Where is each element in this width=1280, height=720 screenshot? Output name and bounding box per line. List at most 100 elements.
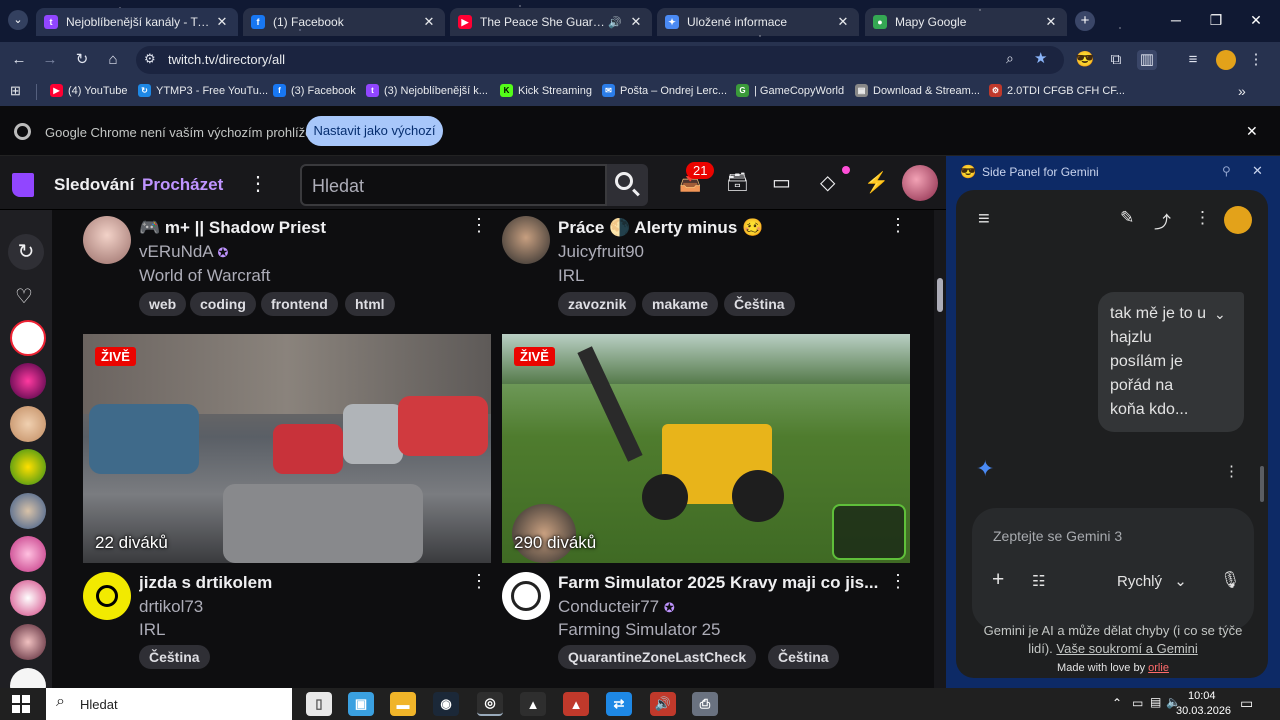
share-icon[interactable]: ⤴	[1154, 208, 1171, 233]
tab-twitch[interactable]: t Nejoblíbenější kanály - Twitch ✕	[36, 8, 238, 36]
autodesk-icon[interactable]: ▲	[520, 692, 546, 716]
clock-time[interactable]: 10:04	[1188, 690, 1216, 702]
chrome-menu-icon[interactable]: ⋮	[1246, 50, 1266, 70]
prompt-input-box[interactable]: Zeptejte se Gemini 3 + ☷ Rychlý ⌄ 🎙	[972, 508, 1254, 630]
nav-following[interactable]: Sledování	[54, 175, 134, 195]
close-infobar-icon[interactable]: ✕	[1246, 123, 1258, 140]
restore-icon[interactable]: ❐	[1206, 10, 1226, 30]
back-icon[interactable]: ←	[9, 50, 29, 70]
stream-card[interactable]: 🎮 m+ || Shadow Priest vERuNdA ✪ World of…	[83, 210, 491, 320]
tab-google-maps[interactable]: ● Mapy Google ✕	[865, 8, 1067, 36]
add-attachment-icon[interactable]: +	[992, 568, 1004, 592]
turbo-icon[interactable]: ⚡	[864, 170, 889, 195]
stream-card-info[interactable]: Farm Simulator 2025 Kravy maji co jis...…	[502, 570, 910, 680]
bookmark-kick[interactable]: K Kick Streaming	[500, 84, 592, 97]
mode-selector[interactable]: Rychlý ⌄	[1117, 572, 1187, 590]
tag[interactable]: Čeština	[139, 645, 210, 669]
stream-category[interactable]: IRL	[139, 620, 165, 640]
new-chat-icon[interactable]: ✎	[1120, 208, 1134, 228]
tray-chevron-icon[interactable]: ⌃	[1112, 696, 1122, 710]
stream-title[interactable]: Farm Simulator 2025 Kravy maji co jis...	[558, 573, 882, 593]
stream-options-icon[interactable]: ⋮	[889, 572, 907, 590]
close-tab-icon[interactable]: ✕	[835, 14, 851, 30]
expand-chevron-icon[interactable]: ⌄	[1214, 306, 1226, 323]
response-options-icon[interactable]: ⋮	[1224, 462, 1239, 480]
microphone-icon[interactable]: 🎙	[1220, 570, 1240, 590]
channel-avatar[interactable]	[83, 572, 131, 620]
reload-icon[interactable]: ↻	[72, 50, 92, 70]
channel-name[interactable]: vERuNdA ✪	[139, 242, 228, 262]
followed-channel-avatar[interactable]	[10, 624, 46, 660]
speaker-app-icon[interactable]: 🔊	[650, 692, 676, 716]
affinity-icon[interactable]: ▲	[563, 692, 589, 716]
printer-icon[interactable]: ⎙	[692, 692, 718, 716]
home-icon[interactable]: ⌂	[103, 50, 123, 70]
windows-start-icon[interactable]	[12, 695, 30, 713]
bookmark-youtube[interactable]: ▶ (4) YouTube	[50, 84, 128, 97]
zoom-icon[interactable]: ⌕	[1006, 50, 1014, 67]
stream-card[interactable]: Práce 🌗 Alerty minus 🥴 Juicyfruit90 IRL …	[502, 210, 910, 320]
minimize-icon[interactable]: ─	[1166, 10, 1186, 30]
site-info-icon[interactable]: ⚙	[144, 51, 156, 67]
file-explorer-icon[interactable]: ▬	[390, 692, 416, 716]
stream-card-info[interactable]: jizda s drtikolem drtikol73 IRL Čeština …	[83, 570, 491, 680]
menu-icon[interactable]: ≡	[978, 208, 990, 231]
pin-icon[interactable]: ⚲	[1222, 164, 1231, 178]
extension-emoji-icon[interactable]: 😎	[1075, 50, 1095, 70]
followed-heart-icon[interactable]: ♡	[15, 284, 33, 309]
notification-center-icon[interactable]: ▭	[1240, 695, 1253, 712]
stream-title[interactable]: jizda s drtikolem	[139, 573, 459, 593]
steam-icon[interactable]: ◉	[433, 692, 459, 716]
clock-date[interactable]: 30.03.2026	[1176, 705, 1231, 717]
bookmark-twitch[interactable]: t (3) Nejoblíbenější k...	[366, 84, 488, 97]
bookmark-tdi[interactable]: ⚙ 2.0TDI CFGB CFH CF...	[989, 84, 1125, 97]
url-text[interactable]: twitch.tv/directory/all	[168, 52, 285, 67]
photos-icon[interactable]: ▣	[348, 692, 374, 716]
close-tab-icon[interactable]: ✕	[1043, 14, 1059, 30]
inbox-icon[interactable]: 🗃	[726, 172, 749, 193]
bits-icon[interactable]: ◇	[820, 170, 835, 195]
side-panel-icon[interactable]: ▥	[1137, 50, 1157, 70]
tag[interactable]: html	[345, 292, 395, 316]
followed-channel-avatar[interactable]	[10, 449, 46, 485]
stream-options-icon[interactable]: ⋮	[470, 216, 488, 234]
stream-options-icon[interactable]: ⋮	[889, 216, 907, 234]
followed-channel-avatar[interactable]	[10, 580, 46, 616]
speaker-icon[interactable]: 🔊	[608, 16, 622, 29]
nav-browse[interactable]: Procházet	[142, 175, 223, 195]
new-tab-button[interactable]: +	[1075, 11, 1095, 31]
privacy-link[interactable]: Vaše soukromí a Gemini	[1056, 641, 1197, 656]
more-bookmarks-icon[interactable]: »	[1238, 83, 1246, 99]
tag[interactable]: Čeština	[768, 645, 839, 669]
stream-category[interactable]: Farming Simulator 25	[558, 620, 721, 640]
taskbar-search-box[interactable]: ⌕ Hledat	[46, 688, 292, 720]
close-tab-icon[interactable]: ✕	[628, 14, 644, 30]
stream-thumbnail[interactable]: ŽIVĚ 22 diváků	[83, 334, 491, 563]
tab-search-button[interactable]: ⌄	[8, 10, 28, 30]
tray-network-icon[interactable]: ▤	[1150, 695, 1161, 709]
stream-thumbnail[interactable]: ŽIVĚ 290 diváků	[502, 334, 910, 563]
close-window-icon[interactable]: ✕	[1246, 10, 1266, 30]
tag[interactable]: zavoznik	[558, 292, 637, 316]
whispers-icon[interactable]: ▭	[772, 170, 791, 195]
channel-avatar[interactable]	[502, 572, 550, 620]
tag[interactable]: QuarantineZoneLastCheck	[558, 645, 757, 669]
set-default-button[interactable]: Nastavit jako výchozí	[306, 116, 443, 146]
stream-title[interactable]: 🎮 m+ || Shadow Priest	[139, 218, 459, 238]
tray-monitor-icon[interactable]: ▭	[1132, 696, 1143, 710]
more-options-icon[interactable]: ⋮	[248, 171, 268, 196]
collapse-nav-button[interactable]: ↻	[8, 234, 44, 270]
panel-scrollbar-thumb[interactable]	[1260, 466, 1264, 502]
bookmark-ytmp3[interactable]: ↻ YTMP3 - Free YouTu...	[138, 84, 268, 97]
channel-avatar[interactable]	[502, 216, 550, 264]
bookmark-download[interactable]: ▤ Download & Stream...	[855, 84, 980, 97]
followed-channel-avatar[interactable]	[10, 493, 46, 529]
close-tab-icon[interactable]: ✕	[214, 14, 230, 30]
bookmark-facebook[interactable]: f (3) Facebook	[273, 84, 356, 97]
followed-channel-avatar[interactable]	[10, 406, 46, 442]
tab-facebook[interactable]: f (1) Facebook ✕	[243, 8, 445, 36]
stream-category[interactable]: IRL	[558, 266, 584, 286]
followed-channel-avatar[interactable]	[10, 320, 46, 356]
channel-name[interactable]: Conducteir77 ✪	[558, 597, 675, 617]
account-avatar[interactable]	[1224, 206, 1252, 234]
